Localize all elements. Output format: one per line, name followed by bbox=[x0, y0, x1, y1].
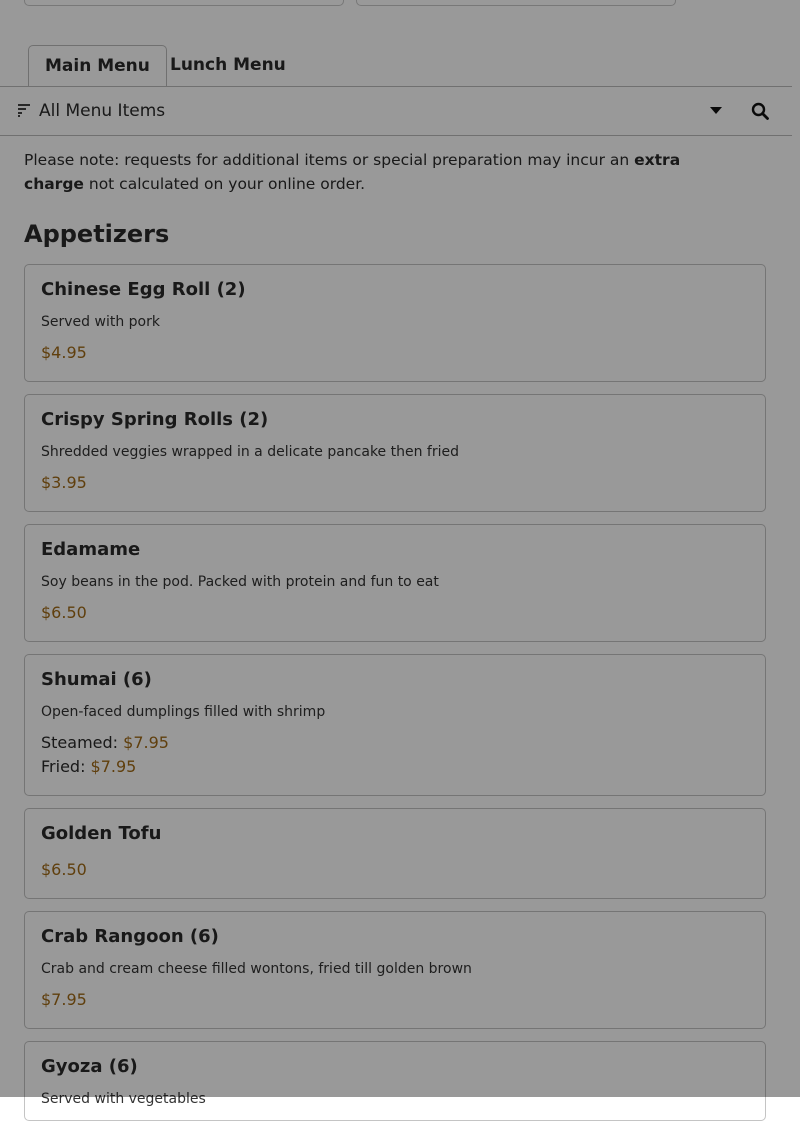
item-option-row: Fried: $7.95 bbox=[41, 757, 136, 776]
item-description: Open-faced dumplings filled with shrimp bbox=[41, 704, 326, 720]
item-name: Crab Rangoon (6) bbox=[41, 926, 219, 947]
note-text-after: not calculated on your online order. bbox=[83, 175, 366, 193]
item-name: Chinese Egg Roll (2) bbox=[41, 279, 246, 300]
option-label: Steamed: bbox=[41, 733, 119, 752]
top-input-left[interactable] bbox=[24, 0, 344, 6]
item-name: Shumai (6) bbox=[41, 669, 152, 690]
menu-item-card[interactable]: Shumai (6) Open-faced dumplings filled w… bbox=[24, 654, 766, 796]
menu-item-card[interactable]: Crab Rangoon (6) Crab and cream cheese f… bbox=[24, 911, 766, 1029]
item-price: $6.50 bbox=[41, 860, 87, 879]
menu-item-card[interactable]: Chinese Egg Roll (2) Served with pork $4… bbox=[24, 264, 766, 382]
option-price: $7.95 bbox=[90, 757, 137, 776]
section-title: Appetizers bbox=[24, 220, 170, 248]
sort-filter-icon bbox=[18, 104, 30, 117]
item-name: Edamame bbox=[41, 539, 141, 560]
top-input-right[interactable] bbox=[356, 0, 676, 6]
item-description: Served with vegetables bbox=[41, 1091, 206, 1107]
category-filter-bar[interactable]: All Menu Items bbox=[0, 86, 792, 136]
item-price: $7.95 bbox=[41, 990, 87, 1009]
item-description: Shredded veggies wrapped in a delicate p… bbox=[41, 444, 459, 460]
caret-down-icon[interactable] bbox=[710, 107, 722, 114]
note-text-before: Please note: requests for additional ite… bbox=[24, 151, 635, 169]
top-fields bbox=[0, 0, 800, 10]
menu-item-card[interactable]: Gyoza (6) Served with vegetables bbox=[24, 1041, 766, 1121]
item-name: Crispy Spring Rolls (2) bbox=[41, 409, 269, 430]
item-description: Crab and cream cheese filled wontons, fr… bbox=[41, 961, 472, 977]
item-option-row: Steamed: $7.95 bbox=[41, 733, 169, 752]
item-price: $3.95 bbox=[41, 473, 87, 492]
menu-item-card[interactable]: Golden Tofu $6.50 bbox=[24, 808, 766, 899]
item-name: Gyoza (6) bbox=[41, 1056, 138, 1077]
menu-item-card[interactable]: Edamame Soy beans in the pod. Packed wit… bbox=[24, 524, 766, 642]
item-name: Golden Tofu bbox=[41, 823, 162, 844]
option-price: $7.95 bbox=[123, 733, 169, 752]
item-price: $6.50 bbox=[41, 603, 87, 622]
category-filter-label: All Menu Items bbox=[39, 101, 166, 121]
search-icon[interactable] bbox=[751, 102, 769, 120]
tab-main-menu[interactable]: Main Menu bbox=[28, 45, 167, 88]
option-label: Fried: bbox=[41, 757, 86, 776]
tab-lunch-menu[interactable]: Lunch Menu bbox=[154, 45, 302, 85]
item-price: $4.95 bbox=[41, 343, 87, 362]
item-description: Soy beans in the pod. Packed with protei… bbox=[41, 574, 439, 590]
item-description: Served with pork bbox=[41, 314, 160, 330]
menu-item-card[interactable]: Crispy Spring Rolls (2) Shredded veggies… bbox=[24, 394, 766, 512]
order-note: Please note: requests for additional ite… bbox=[24, 148, 724, 196]
